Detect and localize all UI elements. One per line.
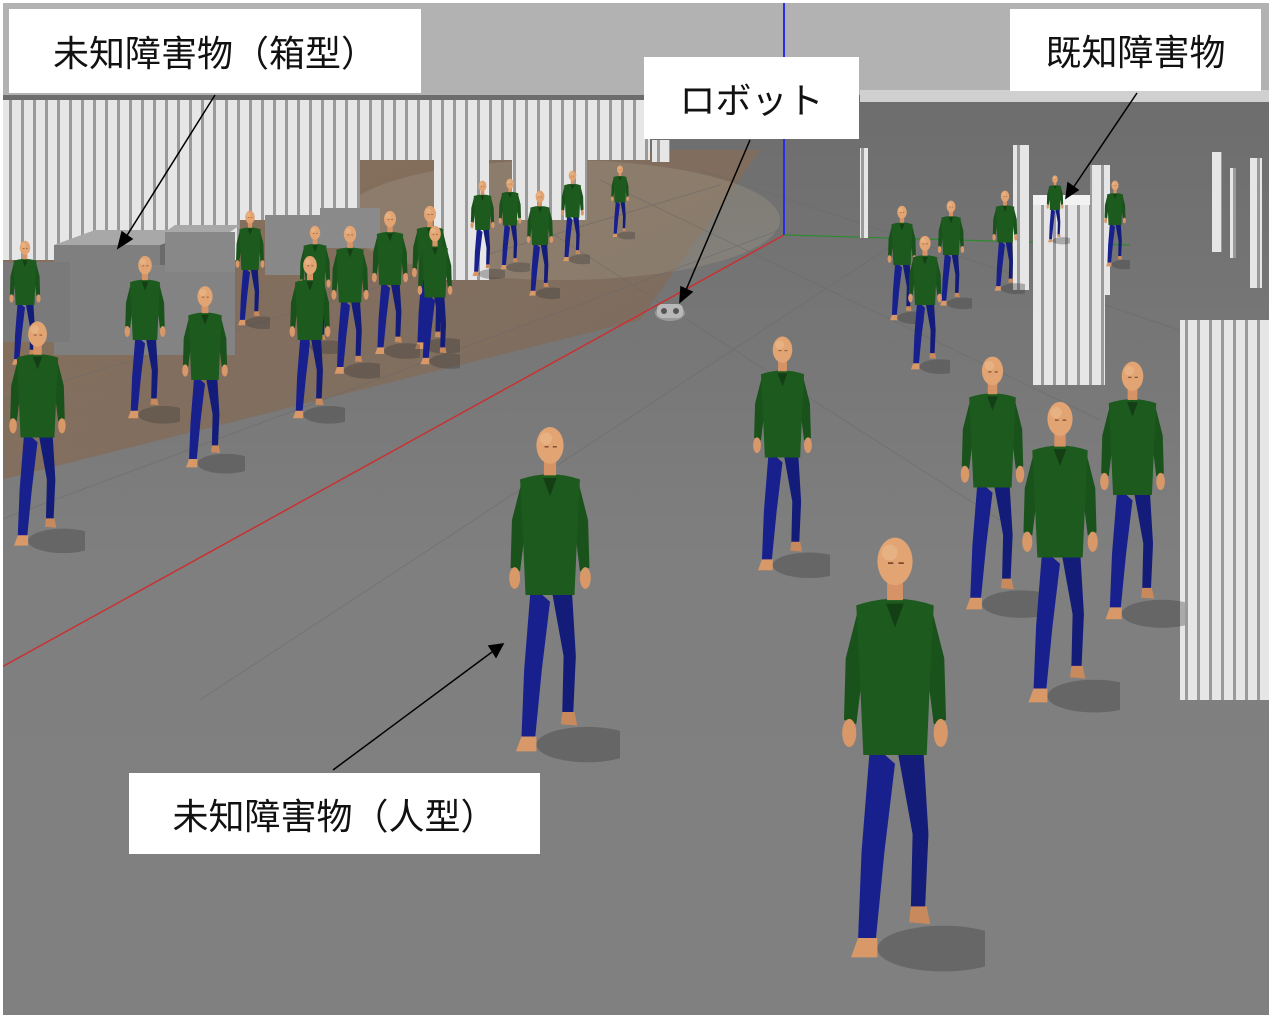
robot-model: [655, 304, 685, 321]
label-unknown-box-obstacle: 未知障害物（箱型）: [9, 9, 421, 93]
label-known-obstacle: 既知障害物: [1010, 9, 1261, 91]
label-unknown-human-obstacle: 未知障害物（人型）: [129, 773, 540, 854]
label-robot: ロボット: [644, 57, 859, 139]
simulation-viewport[interactable]: [3, 3, 1269, 1015]
scene-3d: [3, 3, 1269, 1015]
